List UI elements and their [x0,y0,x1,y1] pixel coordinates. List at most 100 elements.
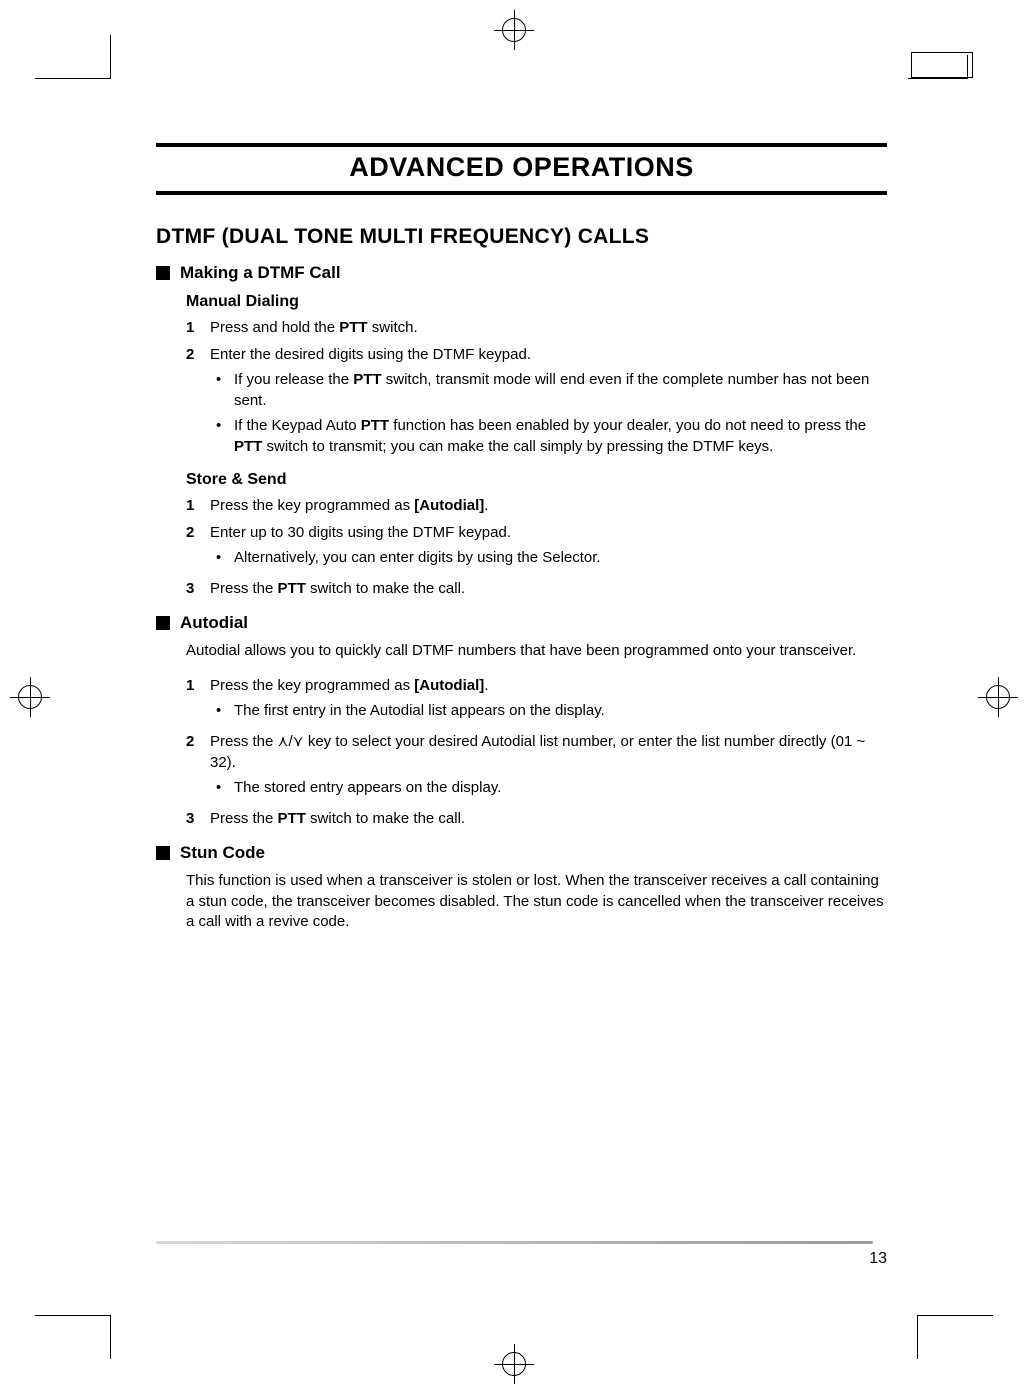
list-item: •If you release the PTT switch, transmit… [210,369,887,411]
subsection-title: Making a DTMF Call [180,263,341,283]
footer-divider [156,1241,873,1244]
step-body: Press the ⋏/⋎ key to select your desired… [210,731,887,802]
step-body: Press the PTT switch to make the call. [210,808,887,829]
crop-mark [35,78,110,79]
text-bold: PTT [278,810,306,827]
subsection-title: Stun Code [180,843,265,863]
step-body: Enter the desired digits using the DTMF … [210,344,887,461]
bullet-list: •The stored entry appears on the display… [210,777,887,798]
registration-mark [494,10,534,50]
text: Press the [210,810,278,827]
step-body: Press and hold the PTT switch. [210,317,887,338]
bullet-square-icon [156,846,170,860]
bullet-icon: • [210,415,234,457]
paragraph: Autodial allows you to quickly call DTMF… [186,641,887,661]
text: switch to transmit; you can make the cal… [262,438,773,455]
list-item: 1Press the key programmed as [Autodial].… [186,675,887,725]
subsection-autodial: Autodial [156,613,887,633]
step-body: Press the PTT switch to make the call. [210,578,887,599]
list-item: 1Press the key programmed as [Autodial]. [186,495,887,516]
step-body: Press the key programmed as [Autodial]. … [210,675,887,725]
text: switch to make the call. [306,810,465,827]
crop-mark [908,78,968,79]
text: key to select your desired Autodial list… [210,733,865,771]
registration-mark [10,677,50,717]
section-title: DTMF (DUAL TONE MULTI FREQUENCY) CALLS [156,225,887,249]
bullet-icon: • [210,700,234,721]
text-bold: PTT [353,371,381,388]
text-bold: [Autodial] [414,677,484,694]
bullet-square-icon [156,616,170,630]
list-item: 3Press the PTT switch to make the call. [186,578,887,599]
step-number: 3 [186,578,210,599]
text: switch to make the call. [306,580,465,597]
text-bold: PTT [339,319,367,336]
step-number: 1 [186,317,210,338]
text-bold: PTT [361,417,389,434]
crop-mark [918,1315,993,1316]
bullet-list: •If you release the PTT switch, transmit… [210,369,887,457]
ordered-list: 1Press the key programmed as [Autodial].… [186,495,887,599]
subsection-making-dtmf-call: Making a DTMF Call [156,263,887,283]
bullet-body: If the Keypad Auto PTT function has been… [234,415,887,457]
text-bold: [Autodial] [414,497,484,514]
text: Enter up to 30 digits using the DTMF key… [210,524,511,541]
list-item: •Alternatively, you can enter digits by … [210,547,887,568]
text: function has been enabled by your dealer… [389,417,866,434]
list-item: 2 Enter the desired digits using the DTM… [186,344,887,461]
subsection-stun-code: Stun Code [156,843,887,863]
bullet-list: •The first entry in the Autodial list ap… [210,700,887,721]
registration-mark [978,677,1018,717]
ordered-list: 1 Press and hold the PTT switch. 2 Enter… [186,317,887,461]
text: Press the key programmed as [210,497,414,514]
crop-mark [110,35,111,79]
text: Press the [210,733,278,750]
step-number: 2 [186,344,210,461]
list-item: 2Press the ⋏/⋎ key to select your desire… [186,731,887,802]
heading-manual-dialing: Manual Dialing [186,293,887,311]
bullet-square-icon [156,266,170,280]
list-item: •The first entry in the Autodial list ap… [210,700,887,721]
bullet-list: •Alternatively, you can enter digits by … [210,547,887,568]
bullet-body: Alternatively, you can enter digits by u… [234,547,887,568]
crop-mark [967,55,968,79]
list-item: 1 Press and hold the PTT switch. [186,317,887,338]
text: . [484,497,488,514]
list-item: •If the Keypad Auto PTT function has bee… [210,415,887,457]
page-content: ADVANCED OPERATIONS DTMF (DUAL TONE MULT… [111,78,917,1316]
list-item: 3Press the PTT switch to make the call. [186,808,887,829]
text: If the Keypad Auto [234,417,361,434]
text: switch. [368,319,418,336]
bullet-icon: • [210,547,234,568]
text: . [484,677,488,694]
text: Press and hold the [210,319,339,336]
step-body: Press the key programmed as [Autodial]. [210,495,887,516]
ordered-list: 1Press the key programmed as [Autodial].… [186,675,887,829]
step-number: 1 [186,675,210,725]
paragraph: This function is used when a transceiver… [186,871,887,932]
crop-mark [917,1315,918,1359]
heading-store-send: Store & Send [186,471,887,489]
step-number: 1 [186,495,210,516]
registration-mark [494,1344,534,1384]
crop-mark [35,1315,110,1316]
chapter-title: ADVANCED OPERATIONS [156,143,887,195]
list-item: •The stored entry appears on the display… [210,777,887,798]
crop-mark [911,52,973,78]
crop-mark [110,1315,111,1359]
text: Press the key programmed as [210,677,414,694]
page-number: 13 [869,1250,887,1268]
arrow-icon: ⋏/⋎ [278,733,304,750]
text: Enter the desired digits using the DTMF … [210,346,531,363]
step-number: 3 [186,808,210,829]
step-number: 2 [186,731,210,802]
text: If you release the [234,371,353,388]
bullet-icon: • [210,369,234,411]
bullet-body: If you release the PTT switch, transmit … [234,369,887,411]
list-item: 2Enter up to 30 digits using the DTMF ke… [186,522,887,572]
text: Press the [210,580,278,597]
text-bold: PTT [278,580,306,597]
text-bold: PTT [234,438,262,455]
subsection-title: Autodial [180,613,248,633]
bullet-icon: • [210,777,234,798]
